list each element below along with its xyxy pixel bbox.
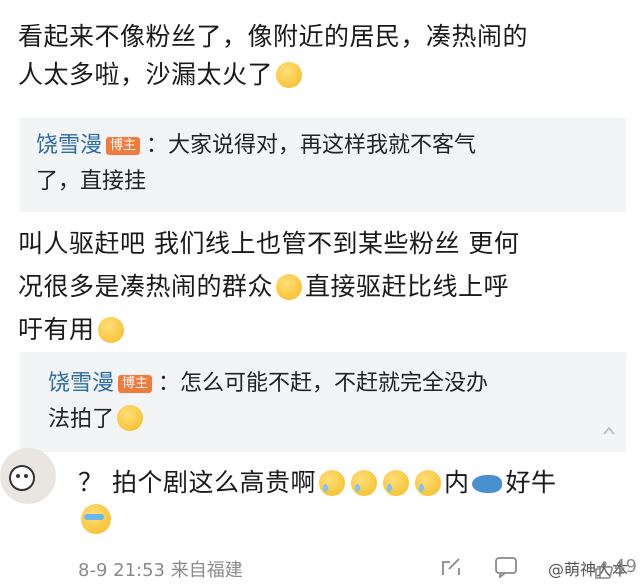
emoji-smile-icon [97, 317, 124, 343]
reply-2-line-1: ：怎么可能不赶，不赶就完全没办 [158, 371, 489, 396]
comment-3: ？ 拍个剧这么高贵啊 内 好牛 [78, 464, 630, 540]
avatar-image [9, 465, 35, 491]
comment-2-line-3: 吁有用 [18, 315, 95, 344]
fish-icon [472, 475, 503, 493]
emoji-sweat-icon [318, 470, 345, 496]
comment-meta: 8-9 21:53 来自福建 [78, 560, 243, 581]
comment-3-text-b: 内 [443, 468, 470, 497]
emoji-sweat-icon [382, 470, 409, 496]
comment-1-line-1: 看起来不像粉丝了，像附近的居民，凑热闹的 [18, 22, 529, 51]
comment-1-line-2: 人太多啦，沙漏太火了 [18, 60, 274, 89]
emoji-sunglasses-icon [276, 62, 303, 88]
comment-2: 叫人驱赶吧 我们线上也管不到某些粉丝 更何 况很多是凑热闹的群众 直接驱赶比线上呼… [18, 222, 628, 351]
reply-1-line-1: ：大家说得对，再这样我就不客气 [146, 133, 477, 158]
reply-1-line-2: 了，直接挂 [36, 169, 147, 194]
avatar[interactable] [0, 448, 56, 504]
emoji-sweat-icon [350, 470, 377, 496]
reply-2[interactable]: 饶雪漫 博主 ：怎么可能不赶，不赶就完全没办 法拍了 [20, 352, 626, 452]
comment-2-line-2b: 直接驱赶比线上呼 [305, 272, 510, 301]
emoji-cry-icon [81, 504, 111, 534]
emoji-sweat-icon [414, 470, 441, 496]
reply-2-line-2: 法拍了 [48, 407, 115, 432]
reply-1[interactable]: 饶雪漫 博主 ：大家说得对，再这样我就不客气 了，直接挂 [20, 118, 626, 212]
emoji-pray-icon [117, 405, 144, 431]
comment-icon[interactable] [494, 556, 518, 578]
like-icon[interactable] [594, 560, 614, 580]
reply-1-author[interactable]: 饶雪漫 [36, 133, 102, 158]
comment-1: 看起来不像粉丝了，像附近的居民，凑热闹的 人太多啦，沙漏太火了 [18, 18, 628, 94]
reply-more-icon[interactable] [602, 424, 616, 438]
comment-2-line-1: 叫人驱赶吧 我们线上也管不到某些粉丝 更何 [18, 229, 520, 258]
share-icon[interactable] [440, 556, 462, 578]
comment-3-text-c: 好牛 [505, 468, 557, 497]
like-count: 49 [614, 556, 637, 577]
blogger-badge: 博主 [106, 137, 141, 155]
reply-2-author[interactable]: 饶雪漫 [48, 371, 114, 396]
blogger-badge: 博主 [118, 375, 153, 393]
comment-2-line-2a: 况很多是凑热闹的群众 [18, 272, 274, 301]
comment-3-text-a: ？ 拍个剧这么高贵啊 [78, 468, 316, 497]
emoji-laugh-cry-icon [276, 274, 303, 300]
